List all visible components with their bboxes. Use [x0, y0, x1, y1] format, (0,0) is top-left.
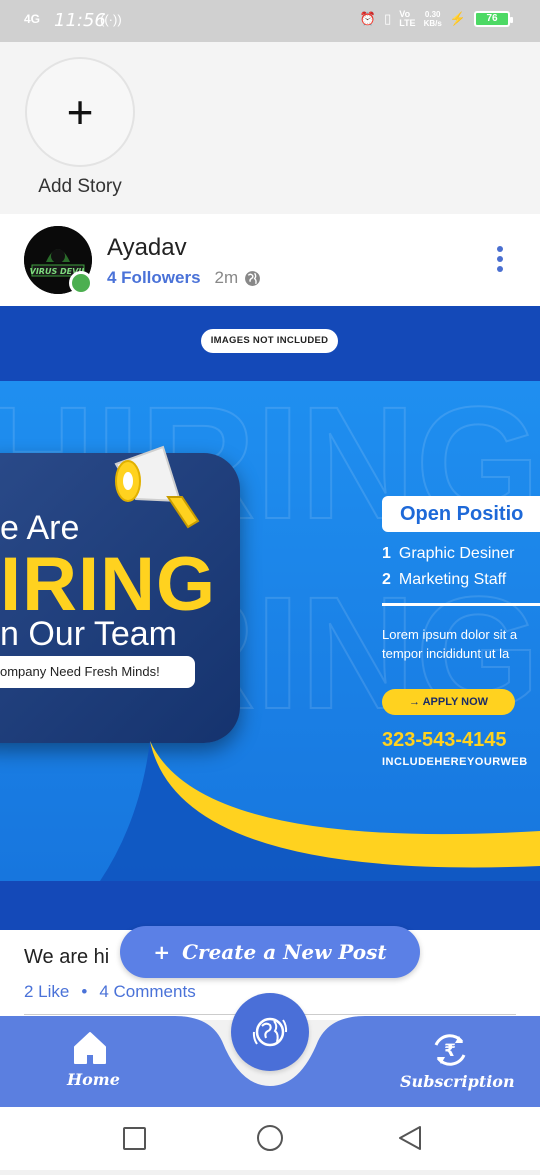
position-item: 1 Graphic Desiner [382, 545, 515, 562]
post-caption: We are hi [24, 946, 110, 968]
comments-count[interactable]: 4 Comments [99, 982, 195, 1002]
likes-count[interactable]: 2 Like [24, 982, 69, 1002]
banner-website: INCLUDEHEREYOURWEB [382, 756, 528, 768]
post-image[interactable]: IMAGES NOT INCLUDED HIRING HIRING e Are … [0, 306, 540, 930]
nav-home[interactable]: Home [50, 1030, 130, 1100]
images-not-included-label: IMAGES NOT INCLUDED [201, 329, 338, 353]
apply-now-badge: → APPLY NOW [382, 689, 515, 715]
create-post-label: Create a New Post [182, 940, 387, 964]
battery-indicator: 76 [474, 11, 513, 27]
svg-text:₹: ₹ [444, 1041, 456, 1061]
recent-apps-button[interactable] [114, 1117, 154, 1159]
position-item: 2 Marketing Staff [382, 571, 507, 588]
vibrate-icon: ▯ [384, 11, 392, 26]
banner-lorem: tempor incididunt ut la [382, 646, 510, 661]
nav-subscription-label: Subscription [400, 1072, 515, 1091]
globe-icon [245, 270, 261, 286]
volte-icon: Vo LTE [399, 9, 416, 28]
status-bar: 4G 11:56 ((·)) ⏰ ▯ Vo LTE 0.30 KB/s ⚡ 76 [0, 0, 540, 42]
post-author[interactable]: Ayadav [107, 234, 187, 262]
plus-icon: + [66, 86, 94, 138]
banner-our-team: n Our Team [0, 615, 178, 653]
more-dot [497, 266, 503, 272]
alarm-icon: ⏰ [359, 11, 377, 26]
create-post-button[interactable]: + Create a New Post [120, 926, 420, 978]
banner-lorem: Lorem ipsum dolor sit a [382, 627, 518, 642]
more-dot [497, 256, 503, 262]
rupee-refresh-icon: ₹ [434, 1034, 466, 1066]
post-stats: 2 Like • 4 Comments [24, 982, 196, 1002]
hiring-banner: HIRING HIRING e Are IRING n Our Team omp… [0, 381, 540, 881]
nav-home-label: Home [67, 1070, 120, 1089]
charging-icon: ⚡ [449, 11, 466, 26]
megaphone-icon [114, 445, 200, 529]
post-time-label: 2m [214, 268, 239, 287]
post-meta: 4 Followers 2m [107, 268, 261, 288]
net-speed: 0.30 KB/s [423, 10, 442, 28]
more-options-button[interactable] [490, 246, 510, 276]
banner-fresh-minds: ompany Need Fresh Minds! [0, 656, 195, 688]
hotspot-icon: ((·)) [100, 12, 122, 27]
home-system-button[interactable] [250, 1117, 290, 1159]
online-status-dot [69, 271, 93, 295]
followers-count[interactable]: 4 Followers [107, 268, 201, 288]
globe-refresh-icon [252, 1017, 288, 1047]
network-indicator: 4G [24, 12, 41, 26]
stats-separator: • [81, 982, 88, 1001]
open-positions-title: Open Positio [382, 496, 540, 532]
explore-button[interactable] [231, 993, 309, 1071]
back-button[interactable] [390, 1117, 430, 1159]
stories-bar: + Add Story [0, 42, 540, 214]
system-nav-bar [0, 1107, 540, 1170]
status-time: 11:56 [54, 10, 106, 31]
add-story-button[interactable]: + [25, 57, 135, 167]
post-time: 2m [215, 268, 262, 288]
positions-divider [382, 603, 540, 606]
plus-icon: + [153, 940, 171, 964]
home-icon [74, 1032, 106, 1064]
more-dot [497, 246, 503, 252]
post-header: VIRUS DEVIL Ayadav 4 Followers 2m [0, 214, 540, 306]
nav-subscription[interactable]: ₹ Subscription [395, 1030, 515, 1100]
add-story-label: Add Story [38, 176, 122, 197]
banner-phone: 323-543-4145 [382, 729, 507, 751]
status-right-icons: ⏰ ▯ Vo LTE 0.30 KB/s ⚡ 76 [359, 9, 513, 28]
